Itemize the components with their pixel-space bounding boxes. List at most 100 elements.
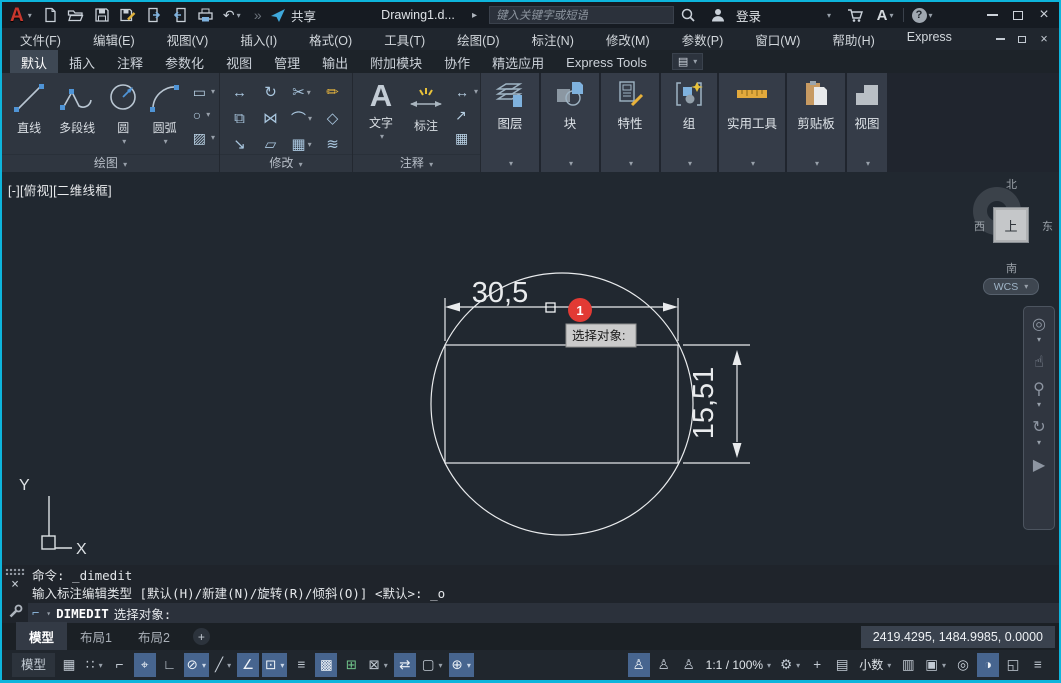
arc-button[interactable]: 圆弧 ▾	[143, 77, 187, 154]
commandline-customize-button[interactable]	[8, 604, 23, 619]
rectangle-button[interactable]: ▭ ▾	[193, 85, 215, 99]
tab-insert[interactable]: 插入	[58, 50, 106, 73]
help-button[interactable]: ? ▾	[910, 4, 934, 26]
linear-dimension-button[interactable]: ↔ ▾	[455, 85, 478, 99]
trim-button[interactable]: ✂ ▾	[286, 79, 317, 105]
graphics-performance-toggle[interactable]: ◑	[977, 653, 999, 677]
viewcube-north[interactable]: 北	[1006, 176, 1017, 192]
menu-parametric[interactable]: 参数(P)	[666, 30, 740, 49]
dimension-button[interactable]: 标注	[403, 77, 449, 154]
close-button[interactable]: ×	[1031, 3, 1057, 27]
minimize-button[interactable]	[979, 3, 1005, 27]
snap-mode-toggle[interactable]: ∷ ▾	[83, 653, 106, 677]
viewcube-east[interactable]: 东	[1042, 218, 1053, 234]
hatch-button[interactable]: ▨ ▾	[193, 131, 215, 145]
redo-button[interactable]: »	[246, 4, 270, 26]
tab-annotate[interactable]: 注释	[106, 50, 154, 73]
line-button[interactable]: 直线	[8, 77, 50, 154]
orbit-button[interactable]: ↻ ▾	[1032, 420, 1045, 447]
tab-parametric[interactable]: 参数化	[154, 50, 215, 73]
search-button[interactable]	[676, 4, 700, 26]
infer-constraints-toggle[interactable]: ⌐	[109, 653, 131, 677]
app-menu-button[interactable]: A ▾	[6, 6, 36, 25]
table-button[interactable]: ▦	[455, 131, 478, 145]
viewport-controls[interactable]: [-][俯视][二维线框]	[8, 180, 113, 199]
open-file-button[interactable]	[64, 4, 88, 26]
signin-avatar-icon[interactable]	[706, 4, 730, 26]
rotate-button[interactable]: ↻	[255, 79, 286, 105]
tab-view[interactable]: 视图	[215, 50, 263, 73]
recent-commands-dropdown[interactable]: ▾	[46, 609, 51, 618]
new-file-button[interactable]	[38, 4, 62, 26]
workspace-switching-button[interactable]: ⚙ ▾	[777, 653, 803, 677]
menu-modify[interactable]: 修改(M)	[590, 30, 666, 49]
tab-home[interactable]: 默认	[10, 50, 59, 73]
text-button[interactable]: A 文字 ▾	[359, 77, 403, 154]
dynamic-input-toggle[interactable]: ⌖	[133, 653, 156, 677]
titlebar-more-dropdown[interactable]: ▾	[827, 11, 831, 20]
signin-button[interactable]: 登录	[736, 6, 761, 25]
tab-add-ins[interactable]: 附加模块	[359, 50, 433, 73]
object-snap-toggle[interactable]: ⊡ ▾	[262, 653, 288, 677]
polyline-button[interactable]: 多段线	[50, 77, 104, 154]
transparency-toggle[interactable]: ▩	[315, 653, 338, 677]
annotation-scale-value[interactable]: 1:1 / 100% ▾	[703, 653, 774, 677]
tab-featured-apps[interactable]: 精选应用	[481, 50, 555, 73]
fillet-button[interactable]: ⌒ ▾	[286, 105, 317, 131]
steering-wheel-button[interactable]: ◎ ▾	[1032, 317, 1046, 344]
modify-panel-label[interactable]: 修改 ▾	[220, 154, 352, 172]
isolate-objects-button[interactable]: ◎	[952, 653, 974, 677]
commandline-drag-handle[interactable]	[5, 568, 25, 575]
layout1-tab[interactable]: 布局1	[67, 622, 125, 651]
doc-minimize-button[interactable]	[989, 30, 1011, 48]
pan-button[interactable]: ☝	[1034, 355, 1044, 371]
gizmo-toggle[interactable]: ⊕ ▾	[448, 653, 474, 677]
lineweight-toggle[interactable]: ≡	[290, 653, 312, 677]
share-button[interactable]: 共享	[270, 2, 316, 28]
save-button[interactable]	[90, 4, 114, 26]
menu-edit[interactable]: 编辑(E)	[77, 30, 151, 49]
doc-close-button[interactable]: ×	[1033, 30, 1055, 48]
command-input-line[interactable]: ⌐ ▾ DIMEDIT 选择对象:	[28, 603, 1059, 623]
search-input[interactable]: 键入关键字或短语	[489, 6, 674, 24]
menu-window[interactable]: 窗口(W)	[739, 30, 816, 49]
title-expand-icon[interactable]: ▸	[472, 2, 477, 28]
menu-view[interactable]: 视图(V)	[151, 30, 225, 49]
menu-dimension[interactable]: 标注(N)	[516, 30, 590, 49]
open-from-web-mobile-button[interactable]	[142, 4, 166, 26]
drawing-canvas[interactable]: 30,5 15,51 1 选择对象: Y X [-][俯视][二维线框] 上 北…	[2, 172, 1059, 565]
model-tab[interactable]: 模型	[16, 622, 68, 651]
new-layout-button[interactable]: +	[192, 628, 210, 645]
ellipse-button[interactable]: ○ ▾	[193, 108, 215, 122]
tab-express-tools[interactable]: Express Tools	[555, 50, 658, 73]
commandline-close-button[interactable]: ×	[11, 578, 19, 591]
dynamic-ucs-toggle[interactable]: ⇄	[393, 653, 416, 677]
menu-insert[interactable]: 插入(I)	[224, 30, 293, 49]
menu-draw[interactable]: 绘图(D)	[441, 30, 515, 49]
properties-panel-button[interactable]: 特性 ▾	[601, 73, 661, 172]
layers-panel-button[interactable]: 图层 ▾	[481, 73, 541, 172]
autodesk-account-button[interactable]: A ▾	[873, 4, 897, 26]
clean-screen-button[interactable]: ◱	[1002, 653, 1024, 677]
viewcube-top-face[interactable]: 上	[993, 207, 1029, 243]
copy-button[interactable]: ⧉	[224, 105, 255, 131]
block-panel-button[interactable]: 块 ▾	[541, 73, 601, 172]
utilities-panel-button[interactable]: 实用工具 ▾	[719, 73, 787, 172]
auto-annotation-scale-toggle[interactable]: ♙	[653, 653, 675, 677]
doc-restore-button[interactable]	[1011, 30, 1033, 48]
explode-button[interactable]: ◇	[317, 105, 348, 131]
clipboard-panel-button[interactable]: 剪贴板 ▾	[787, 73, 847, 172]
tab-output[interactable]: 输出	[311, 50, 359, 73]
undo-button[interactable]: ↶ ▾	[220, 4, 244, 26]
wcs-dropdown[interactable]: WCS ▾	[983, 278, 1039, 295]
annotation-visibility-toggle[interactable]: ♙	[627, 653, 650, 677]
menu-format[interactable]: 格式(O)	[293, 30, 368, 49]
view-panel-button[interactable]: 视图 ▾	[847, 73, 889, 172]
model-space-toggle[interactable]: 模型	[12, 653, 56, 677]
selection-cycling-toggle[interactable]: ⊞	[340, 653, 362, 677]
viewcube[interactable]: 上 北 南 西 东 WCS ▾	[962, 176, 1060, 295]
plot-button[interactable]	[194, 4, 218, 26]
menu-help[interactable]: 帮助(H)	[816, 30, 890, 49]
units-icon-button[interactable]: ▤	[831, 653, 853, 677]
menu-file[interactable]: 文件(F)	[4, 30, 77, 49]
